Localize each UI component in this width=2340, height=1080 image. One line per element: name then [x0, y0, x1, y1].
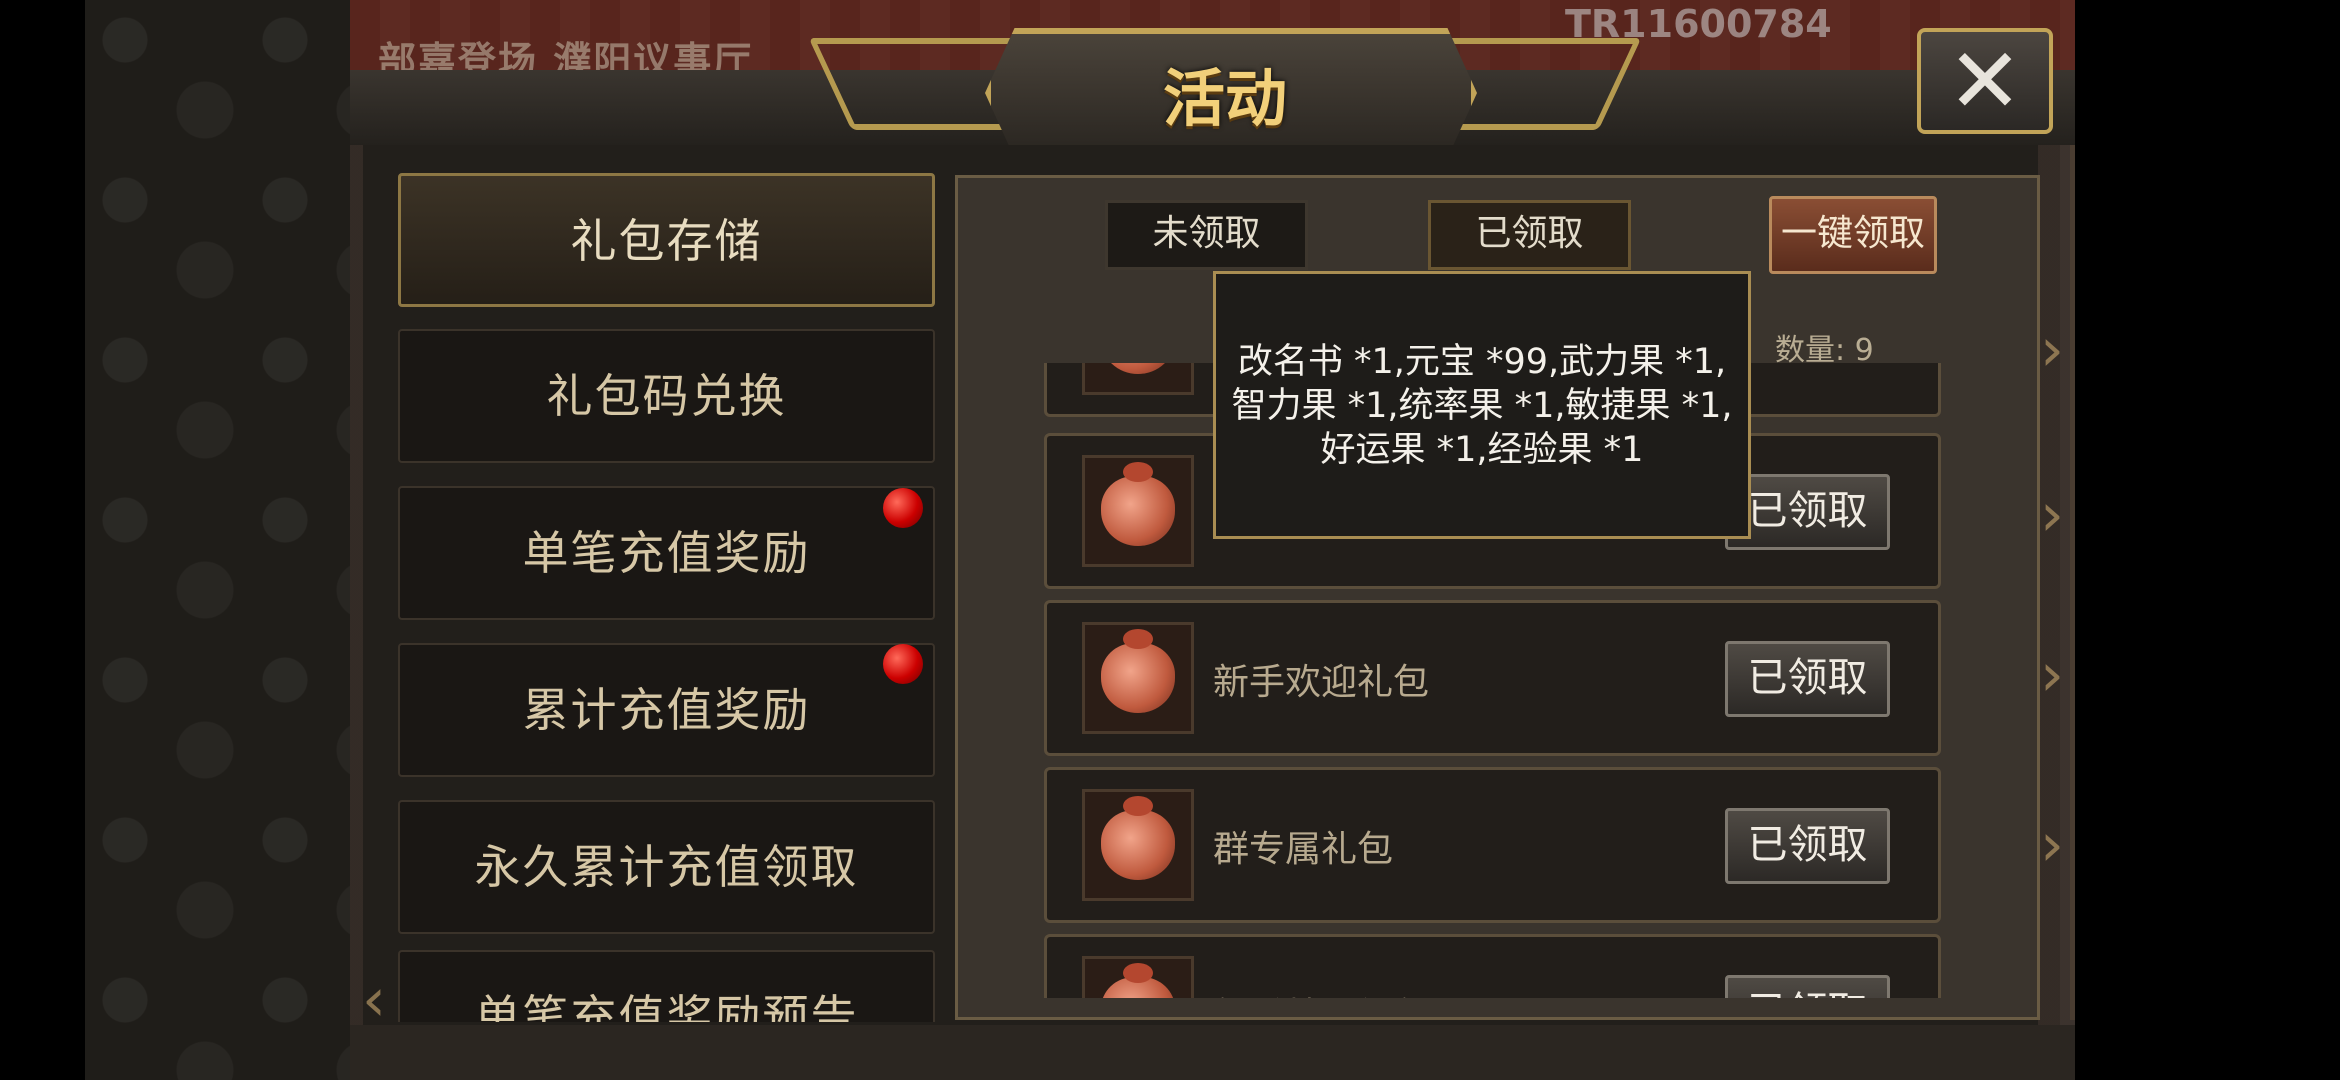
nav-item-gift-storage[interactable]: 礼包存储 [398, 173, 935, 307]
gift-bag-icon[interactable] [1082, 622, 1194, 734]
close-button[interactable]: ✕ [1917, 28, 2053, 134]
claimed-button[interactable]: 已领取 [1725, 975, 1890, 998]
letterbox-left [0, 0, 85, 1080]
nav-item-single-recharge[interactable]: 单笔充值奖励 [398, 486, 935, 620]
list-item: 群专属礼包 已领取 [1044, 767, 1941, 923]
gift-name: 新手欢迎礼包 [1213, 662, 1430, 703]
gift-bag-icon[interactable] [1082, 455, 1194, 567]
chevron-right-icon: › [2040, 315, 2064, 385]
gift-bag-icon [1082, 363, 1194, 395]
tab-unclaimed[interactable]: 未领取 [1105, 200, 1308, 270]
gift-bag-icon[interactable] [1082, 789, 1194, 901]
nav-scroll-clip: 单笔充值奖励预告 [398, 950, 935, 1022]
chevron-right-icon: › [2040, 480, 2064, 550]
tab-claimed[interactable]: 已领取 [1428, 200, 1631, 270]
letterbox-right [2075, 0, 2340, 1080]
gift-bag-icon[interactable] [1082, 956, 1194, 998]
close-icon: ✕ [1947, 29, 2023, 134]
list-item: 新手欢迎礼包 已领取 [1044, 600, 1941, 756]
chevron-right-icon: › [2040, 810, 2064, 880]
notification-badge [883, 644, 923, 684]
list-item: 新手特别礼包 已领取 [1044, 934, 1941, 998]
chevron-left-icon: ‹ [362, 965, 386, 1035]
claim-all-button[interactable]: 一键领取 [1769, 196, 1937, 274]
notification-badge [883, 488, 923, 528]
nav-item-recharge-preview[interactable]: 单笔充值奖励预告 [398, 950, 935, 1022]
reward-tooltip: 改名书 *1,元宝 *99,武力果 *1,智力果 *1,统率果 *1,敏捷果 *… [1213, 271, 1751, 539]
chevron-right-icon: › [2040, 640, 2064, 710]
claimed-button[interactable]: 已领取 [1725, 808, 1890, 884]
nav-item-cumulative-recharge[interactable]: 累计充值奖励 [398, 643, 935, 777]
background-pattern-left [85, 0, 350, 1080]
gift-name: 群专属礼包 [1213, 829, 1394, 870]
bottom-bar [350, 1025, 2075, 1080]
page-title: 活动 [1162, 62, 1287, 135]
gift-name: 新手特别礼包 [1213, 987, 1429, 998]
claimed-button[interactable]: 已领取 [1725, 641, 1890, 717]
title-plate: 活动 [808, 18, 1642, 158]
nav-item-gift-code[interactable]: 礼包码兑换 [398, 329, 935, 463]
nav-item-permanent-recharge[interactable]: 永久累计充值领取 [398, 800, 935, 934]
